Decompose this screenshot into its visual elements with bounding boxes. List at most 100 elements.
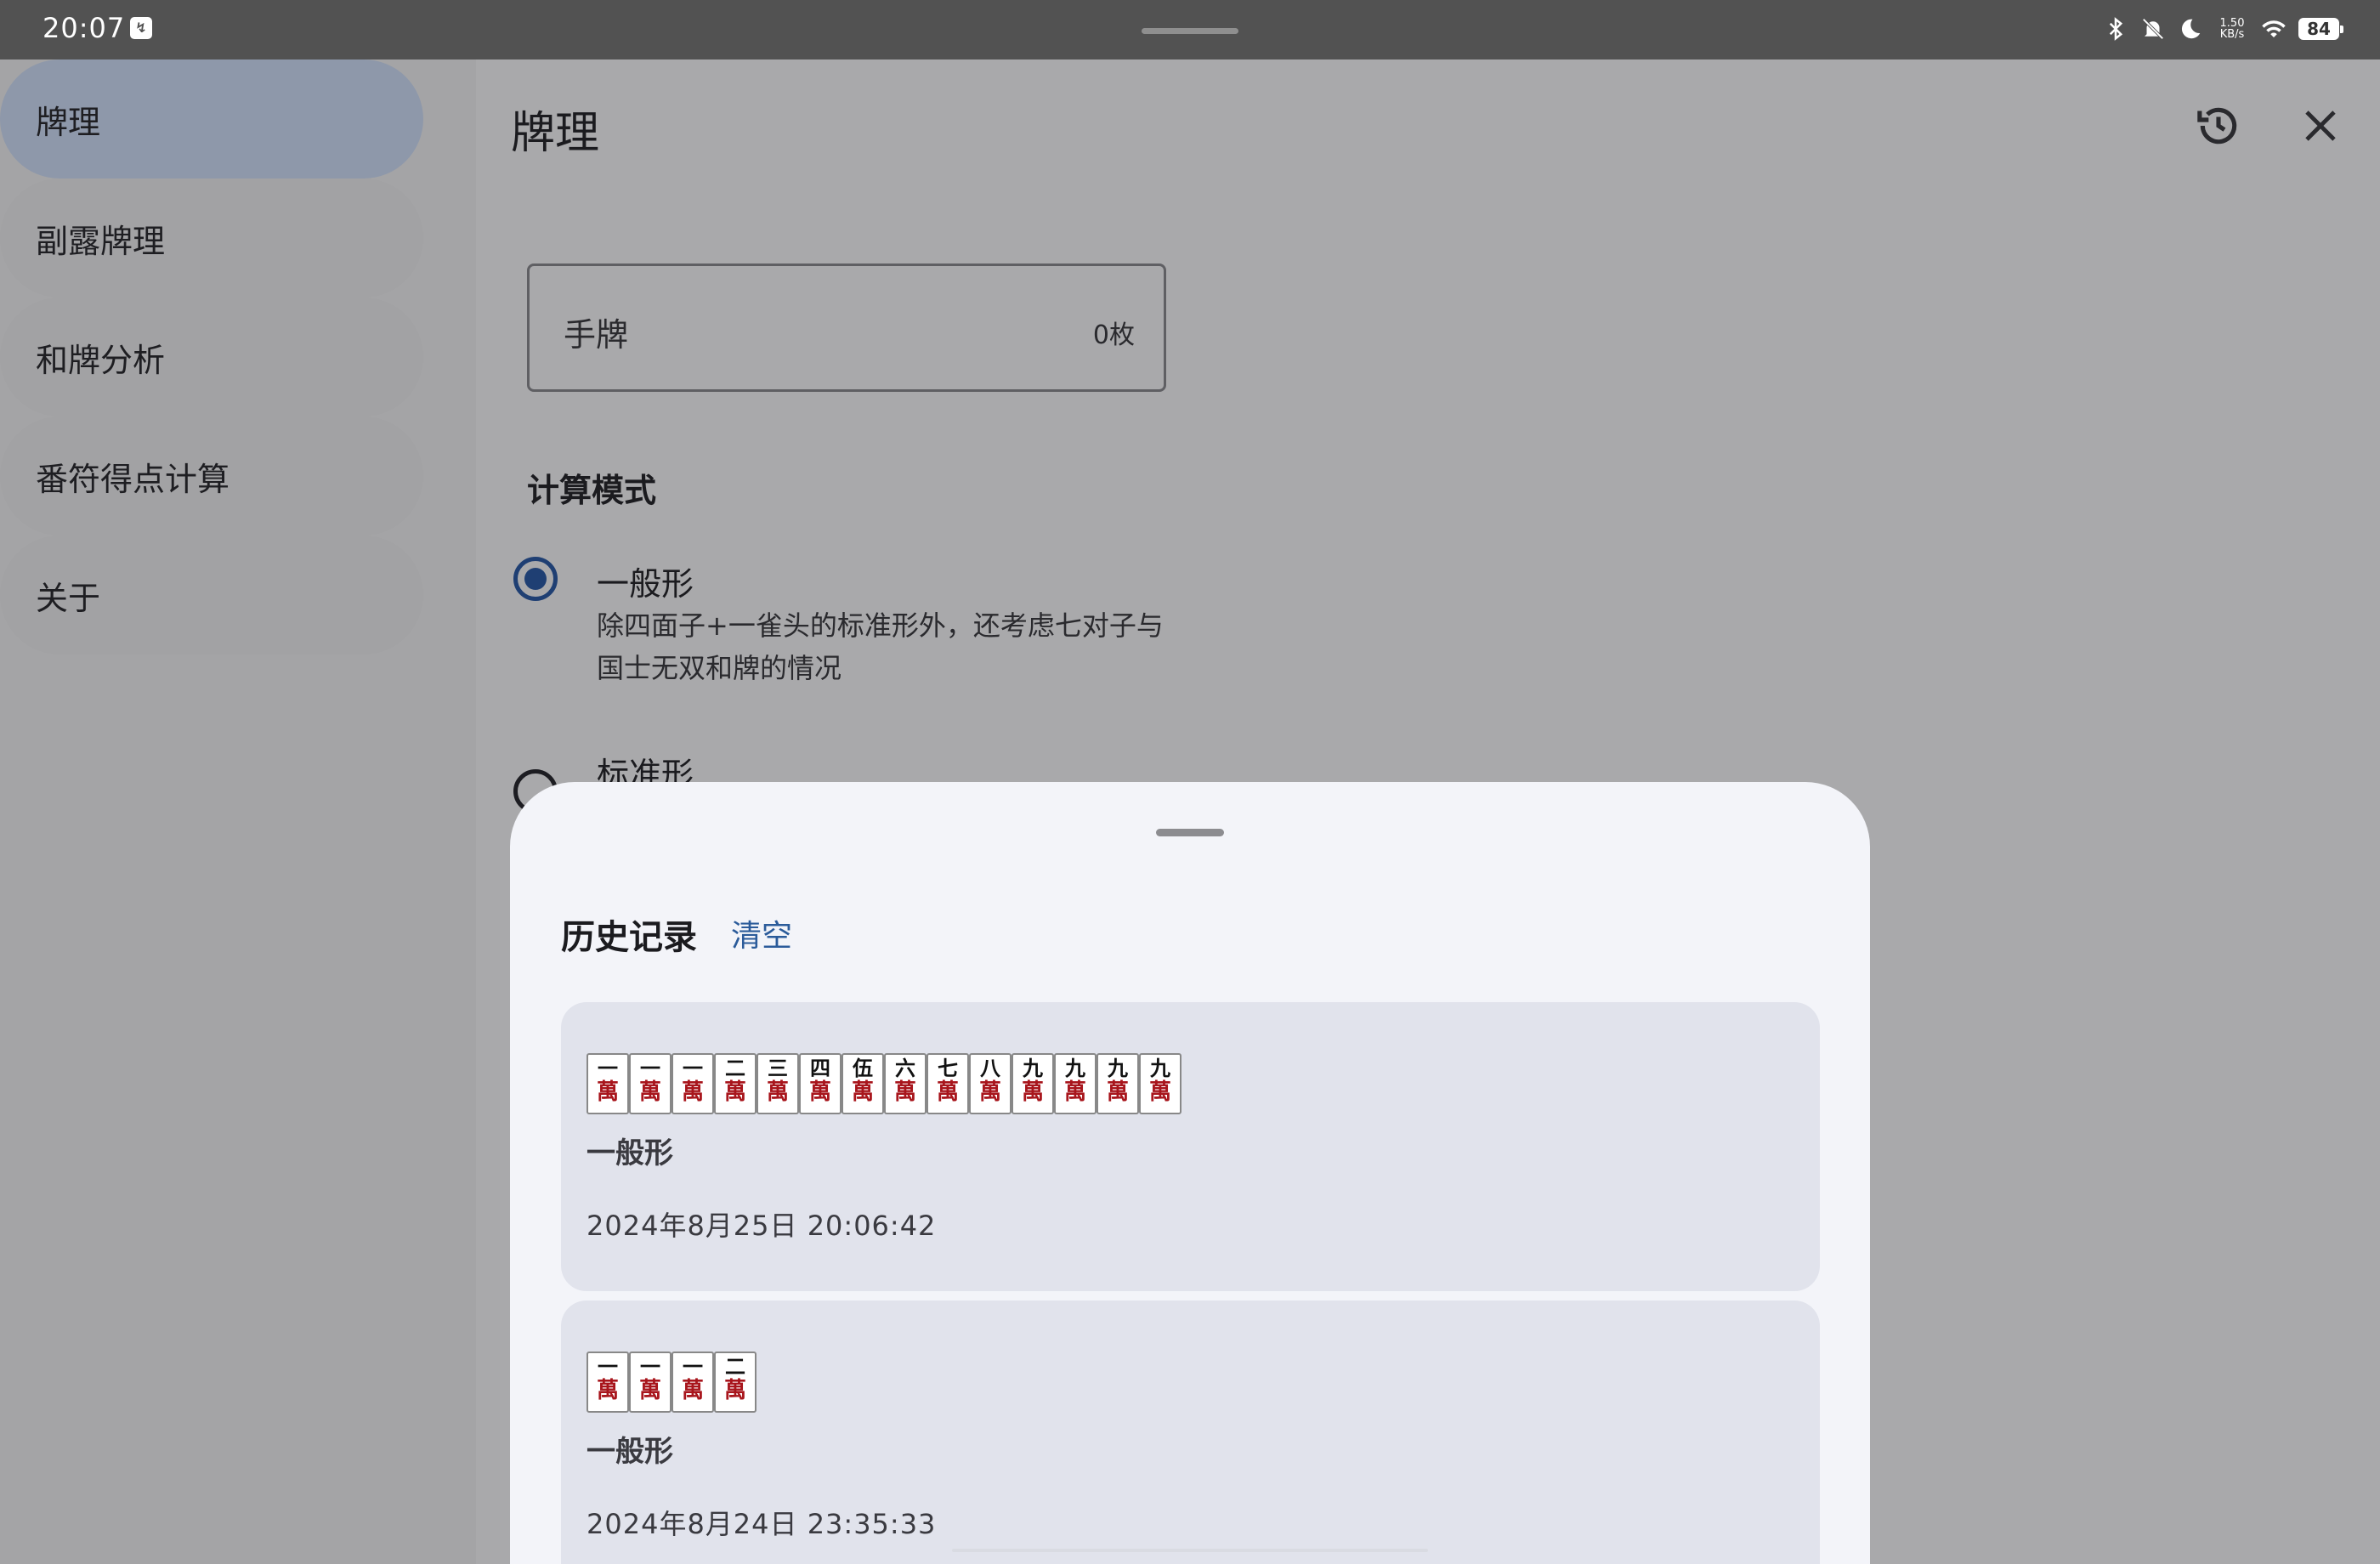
history-button[interactable] <box>2184 92 2252 160</box>
tile-suit: 萬 <box>808 1080 831 1105</box>
nav-item-label: 番符得点计算 <box>36 460 230 498</box>
history-record-card[interactable]: 一萬一萬一萬二萬 一般形 2024年8月24日 23:35:33 <box>561 1300 1820 1564</box>
tile-number: 六 <box>895 1056 915 1080</box>
option-general-form-title: 一般形 <box>597 565 694 603</box>
clock: 20:07 <box>42 12 126 44</box>
app-notification-icon: ↯ <box>130 17 152 39</box>
hand-input-field[interactable]: 手牌 0枚 <box>527 264 1166 392</box>
tile-number: 九 <box>1023 1056 1043 1080</box>
window-drag-handle[interactable] <box>1142 28 1238 34</box>
nav-item-about[interactable]: 关于 <box>0 536 423 654</box>
tile-number: 七 <box>938 1056 958 1080</box>
nav-item-label: 关于 <box>36 579 101 617</box>
status-bar: 20:07 ↯ 1.50 KB/s 84 <box>0 0 2380 60</box>
mahjong-tile: 九萬 <box>1139 1053 1182 1114</box>
tile-suit: 萬 <box>851 1080 874 1105</box>
close-icon <box>2305 110 2336 141</box>
do-not-disturb-moon-icon <box>2181 19 2201 39</box>
mahjong-tile: 九萬 <box>1054 1053 1096 1114</box>
status-icons: 1.50 KB/s 84 <box>2103 14 2343 44</box>
mahjong-tile: 九萬 <box>1096 1053 1139 1114</box>
option-general-form-description: 除四面子+一雀头的标准形外，还考虑七对子与国士无双和牌的情况 <box>597 609 1164 684</box>
tile-number: 二 <box>725 1056 745 1080</box>
history-icon <box>2197 107 2237 144</box>
mahjong-tile: 一萬 <box>629 1053 672 1114</box>
mahjong-tile: 一萬 <box>586 1053 629 1114</box>
tile-number: 一 <box>598 1354 618 1379</box>
hand-field-label: 手牌 <box>564 316 629 354</box>
record-timestamp: 2024年8月25日 20:06:42 <box>586 1210 937 1242</box>
tile-suit: 萬 <box>638 1378 661 1403</box>
mahjong-tile: 三萬 <box>756 1053 799 1114</box>
record-mode: 一般形 <box>586 1136 673 1170</box>
tile-suit: 萬 <box>766 1080 789 1105</box>
nav-item-label: 和牌分析 <box>36 341 166 379</box>
calc-mode-heading: 计算模式 <box>527 472 657 509</box>
mahjong-tile: 九萬 <box>1012 1053 1054 1114</box>
clear-history-button[interactable]: 清空 <box>731 911 792 955</box>
mute-bell-icon <box>2142 18 2164 40</box>
history-record-card[interactable]: 一萬一萬一萬二萬三萬四萬伍萬六萬七萬八萬九萬九萬九萬九萬 一般形 2024年8月… <box>561 1002 1820 1291</box>
battery-indicator: 84 <box>2298 18 2343 40</box>
nav-item-hand-analysis[interactable]: 牌理 <box>0 60 423 178</box>
tile-row: 一萬一萬一萬二萬三萬四萬伍萬六萬七萬八萬九萬九萬九萬九萬 <box>586 1053 1182 1114</box>
mahjong-tile: 六萬 <box>884 1053 926 1114</box>
tile-number: 一 <box>640 1354 660 1379</box>
tile-number: 一 <box>640 1056 660 1080</box>
wifi-icon <box>2262 20 2286 37</box>
tile-suit: 萬 <box>596 1080 619 1105</box>
bluetooth-icon <box>2109 17 2123 41</box>
net-speed: 1.50 KB/s <box>2215 18 2249 40</box>
tile-suit: 萬 <box>681 1080 704 1105</box>
tile-suit: 萬 <box>596 1378 619 1403</box>
mahjong-tile: 二萬 <box>714 1053 756 1114</box>
mahjong-tile: 七萬 <box>926 1053 969 1114</box>
record-mode: 一般形 <box>586 1435 673 1469</box>
tile-suit: 萬 <box>1021 1080 1044 1105</box>
hand-tile-count: 0枚 <box>1092 320 1135 350</box>
mahjong-tile: 四萬 <box>799 1053 842 1114</box>
tile-suit: 萬 <box>936 1080 959 1105</box>
history-bottom-sheet: 历史记录 清空 一萬一萬一萬二萬三萬四萬伍萬六萬七萬八萬九萬九萬九萬九萬 一般形… <box>510 782 1870 1564</box>
nav-item-win-analysis[interactable]: 和牌分析 <box>0 298 423 416</box>
page-title: 牌理 <box>511 108 600 159</box>
mahjong-tile: 一萬 <box>672 1352 714 1413</box>
scroll-hint-bar <box>952 1549 1428 1552</box>
mahjong-tile: 一萬 <box>586 1352 629 1413</box>
tile-row: 一萬一萬一萬二萬 <box>586 1352 756 1413</box>
mahjong-tile: 二萬 <box>714 1352 756 1413</box>
tile-suit: 萬 <box>638 1080 661 1105</box>
net-speed-unit: KB/s <box>2219 28 2245 41</box>
close-button[interactable] <box>2286 92 2354 160</box>
nav-item-score-calculation[interactable]: 番符得点计算 <box>0 416 423 536</box>
record-timestamp: 2024年8月24日 23:35:33 <box>586 1508 937 1540</box>
mahjong-tile: 一萬 <box>629 1352 672 1413</box>
radio-general-form[interactable] <box>513 557 558 601</box>
tile-number: 一 <box>683 1056 703 1080</box>
nav-item-called-analysis[interactable]: 副露牌理 <box>0 178 423 298</box>
tile-number: 八 <box>980 1056 1000 1080</box>
tile-number: 二 <box>725 1354 745 1379</box>
tile-number: 伍 <box>853 1056 873 1080</box>
tile-number: 一 <box>683 1354 703 1379</box>
tile-suit: 萬 <box>723 1080 746 1105</box>
tile-suit: 萬 <box>1106 1080 1129 1105</box>
mahjong-tile: 八萬 <box>969 1053 1012 1114</box>
mahjong-tile: 伍萬 <box>842 1053 884 1114</box>
tile-number: 九 <box>1150 1056 1170 1080</box>
history-title: 历史记录 <box>561 918 697 957</box>
tile-suit: 萬 <box>723 1378 746 1403</box>
tile-number: 九 <box>1065 1056 1085 1080</box>
tile-number: 三 <box>768 1056 788 1080</box>
tile-number: 一 <box>598 1056 618 1080</box>
tile-number: 九 <box>1108 1056 1128 1080</box>
tile-suit: 萬 <box>1148 1080 1171 1105</box>
tile-suit: 萬 <box>681 1378 704 1403</box>
tile-suit: 萬 <box>1063 1080 1086 1105</box>
nav-item-label: 副露牌理 <box>36 222 166 260</box>
nav-item-label: 牌理 <box>36 103 101 141</box>
mahjong-tile: 一萬 <box>672 1053 714 1114</box>
sheet-drag-handle[interactable] <box>1156 829 1224 836</box>
tile-number: 四 <box>810 1056 830 1080</box>
tile-suit: 萬 <box>893 1080 916 1105</box>
